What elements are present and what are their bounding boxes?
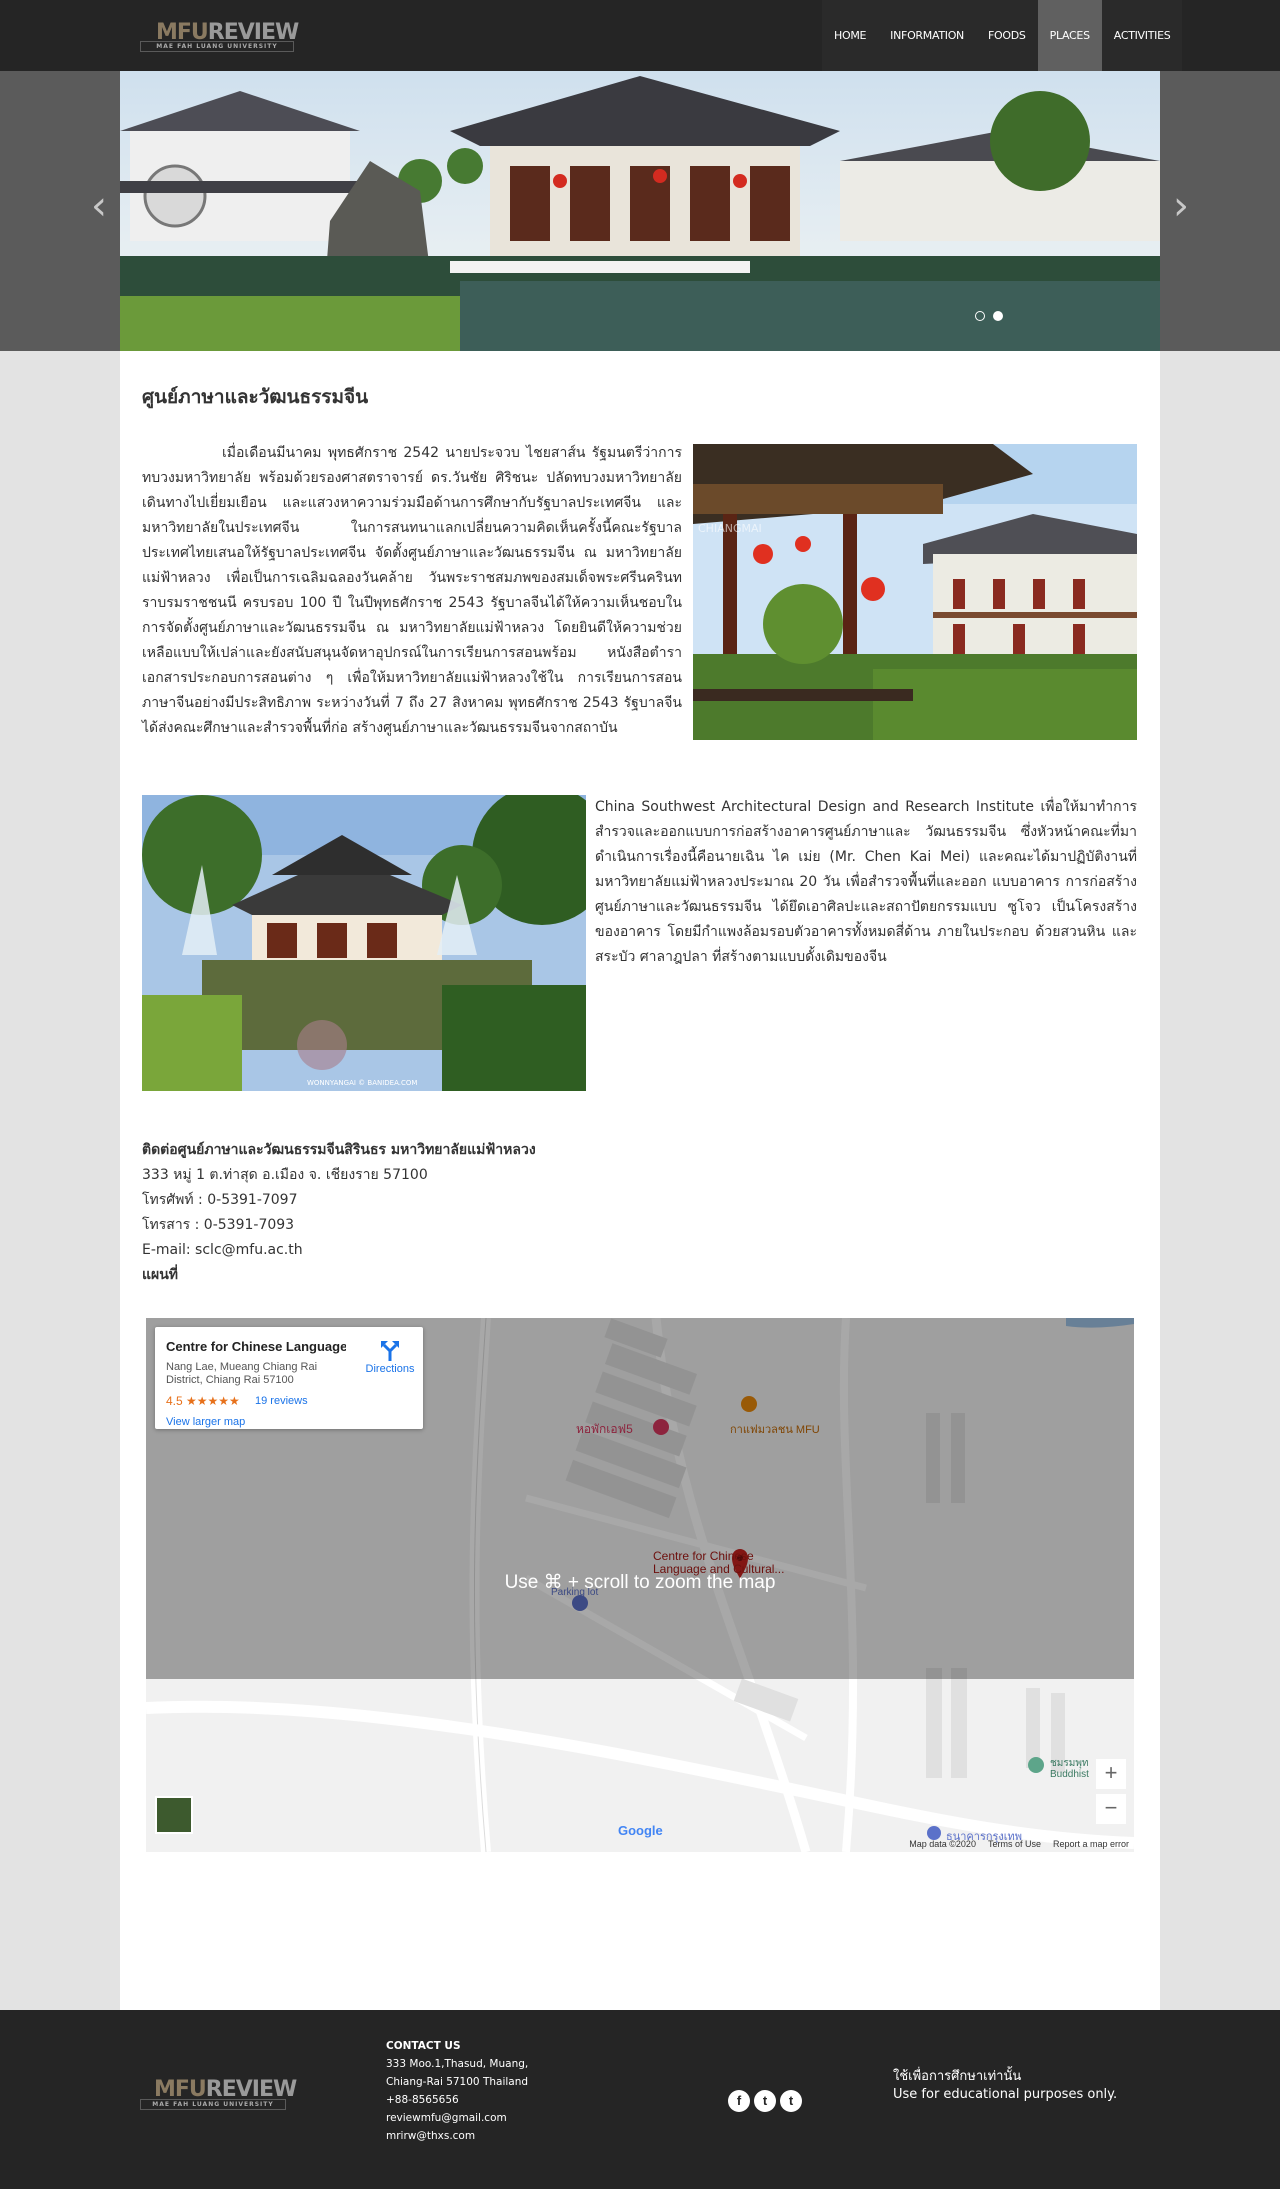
footer-email-2: mrirw@thxs.com [386, 2130, 476, 2142]
map-label: แผนที่ [142, 1267, 179, 1283]
contact-address: 333 หมู่ 1 ต.ท่าสุด อ.เมือง จ. เชียงราย … [142, 1167, 428, 1183]
carousel-next-button[interactable]: › [1166, 181, 1196, 231]
footer-disclaimer: ใช้เพื่อการศึกษาเท่านั้น Use for educati… [893, 2068, 1117, 2104]
contact-block: ติดต่อศูนย์ภาษาและวัฒนธรรมจีนสิรินธร มหา… [142, 1138, 536, 1288]
logo-subtitle: MAE FAH LUANG UNIVERSITY [140, 41, 294, 52]
google-wordmark: Google [618, 1823, 663, 1838]
twitter-icon[interactable]: t [754, 2090, 776, 2112]
map-terms-link[interactable]: Terms of Use [988, 1839, 1041, 1849]
nav-foods[interactable]: FOODS [976, 0, 1038, 71]
footer-email-1: reviewmfu@gmail.com [386, 2112, 507, 2124]
map-zoom-in-button[interactable]: + [1096, 1759, 1126, 1789]
carousel-slide-image [120, 71, 1160, 351]
site-footer: MFUREVIEW MAE FAH LUANG UNIVERSITY CONTA… [0, 2010, 1280, 2189]
main-nav: HOME INFORMATION FOODS PLACES ACTIVITIES [822, 0, 1183, 71]
map-report-link[interactable]: Report a map error [1053, 1839, 1129, 1849]
site-logo[interactable]: MFUREVIEW MAE FAH LUANG UNIVERSITY [140, 22, 299, 52]
footer-disclaimer-th: ใช้เพื่อการศึกษาเท่านั้น [893, 2069, 1022, 2084]
pavilion-photo-2: WONNYANGAI © BANIDEA.COM [142, 795, 586, 1091]
contact-phone: โทรศัพท์ : 0-5391-7097 [142, 1192, 298, 1208]
chevron-right-icon: › [1173, 183, 1189, 229]
map-place-card: Centre for Chinese Language ... Nang Lae… [155, 1327, 423, 1429]
footer-disclaimer-en: Use for educational purposes only. [893, 2087, 1118, 2102]
map-zoom-message: Use ⌘ + scroll to zoom the map [504, 1572, 776, 1593]
map-place-name: Centre for Chinese Language ... [166, 1339, 346, 1354]
architecture-paragraph: China Southwest Architectural Design and… [595, 799, 1137, 965]
google-logo: Google [618, 1823, 663, 1838]
tumblr-icon[interactable]: t [780, 2090, 802, 2112]
carousel-dot[interactable] [975, 311, 985, 321]
map-reviews-link[interactable]: 19 reviews [255, 1395, 308, 1407]
directions-icon [381, 1341, 399, 1361]
map-place-address: Nang Lae, Mueang Chiang Rai District, Ch… [166, 1361, 318, 1386]
nav-places[interactable]: PLACES [1037, 0, 1102, 71]
map-place-rating: 4.5 ★★★★★ [166, 1394, 240, 1408]
directions-button[interactable]: Directions [365, 1339, 415, 1375]
nav-home[interactable]: HOME [822, 0, 878, 71]
navbar: MFUREVIEW MAE FAH LUANG UNIVERSITY HOME … [0, 0, 1280, 71]
embedded-map[interactable]: หอพักเอฟ5 กาแฟมวลชน MFU Parking lot ชมรม… [146, 1318, 1134, 1852]
footer-address-line-2: Chiang-Rai 57100 Thailand [386, 2076, 529, 2088]
photo-watermark: WONNYANGAI © BANIDEA.COM [307, 1079, 417, 1087]
carousel-dot-active[interactable] [993, 311, 1003, 321]
carousel-prev-button[interactable]: ‹ [84, 181, 114, 231]
footer-address-line-1: 333 Moo.1,Thasud, Muang, [386, 2058, 529, 2070]
main-content: ศูนย์ภาษาและวัฒนธรรมจีน เมื่อเดือนมีนาคม… [120, 351, 1160, 2010]
chevron-left-icon: ‹ [91, 183, 107, 229]
poi-buddhist-club[interactable]: ชมรมพุท Buddhist [1050, 1758, 1090, 1780]
view-larger-map-link[interactable]: View larger map [166, 1416, 245, 1428]
contact-email: E-mail: sclc@mfu.ac.th [142, 1242, 303, 1258]
hero-carousel: ‹ › [0, 71, 1280, 351]
footer-logo-subtitle: MAE FAH LUANG UNIVERSITY [140, 2099, 286, 2110]
nav-information[interactable]: INFORMATION [878, 0, 976, 71]
footer-contact-heading: CONTACT US [386, 2040, 461, 2052]
directions-label: Directions [365, 1363, 415, 1375]
intro-paragraph: เมื่อเดือนมีนาคม พุทธศักราช 2542 นายประจ… [142, 445, 682, 736]
map-zoom-out-button[interactable]: − [1096, 1794, 1126, 1824]
map-data-credit: Map data ©2020 [909, 1839, 976, 1849]
contact-heading: ติดต่อศูนย์ภาษาและวัฒนธรรมจีนสิรินธร มหา… [142, 1142, 536, 1158]
contact-fax: โทรสาร : 0-5391-7093 [142, 1217, 295, 1233]
map-satellite-toggle[interactable] [155, 1796, 193, 1834]
footer-logo-wordmark: MFUREVIEW [154, 2079, 297, 2101]
footer-phone: +88-8565656 [386, 2094, 459, 2106]
carousel-indicators [975, 311, 1003, 321]
map-attribution: Map data ©2020 Terms of Use Report a map… [909, 1839, 1129, 1849]
social-links: f t t [728, 2090, 802, 2112]
page-title: ศูนย์ภาษาและวัฒนธรรมจีน [142, 386, 369, 408]
nav-activities[interactable]: ACTIVITIES [1102, 0, 1183, 71]
footer-contact: CONTACT US 333 Moo.1,Thasud, Muang, Chia… [386, 2037, 528, 2145]
facebook-icon[interactable]: f [728, 2090, 750, 2112]
svg-text:CHIANGMAI: CHIANGMAI [698, 522, 762, 535]
footer-logo[interactable]: MFUREVIEW MAE FAH LUANG UNIVERSITY [140, 2077, 297, 2113]
pavilion-photo-1: CHIANGMAI [693, 444, 1137, 740]
